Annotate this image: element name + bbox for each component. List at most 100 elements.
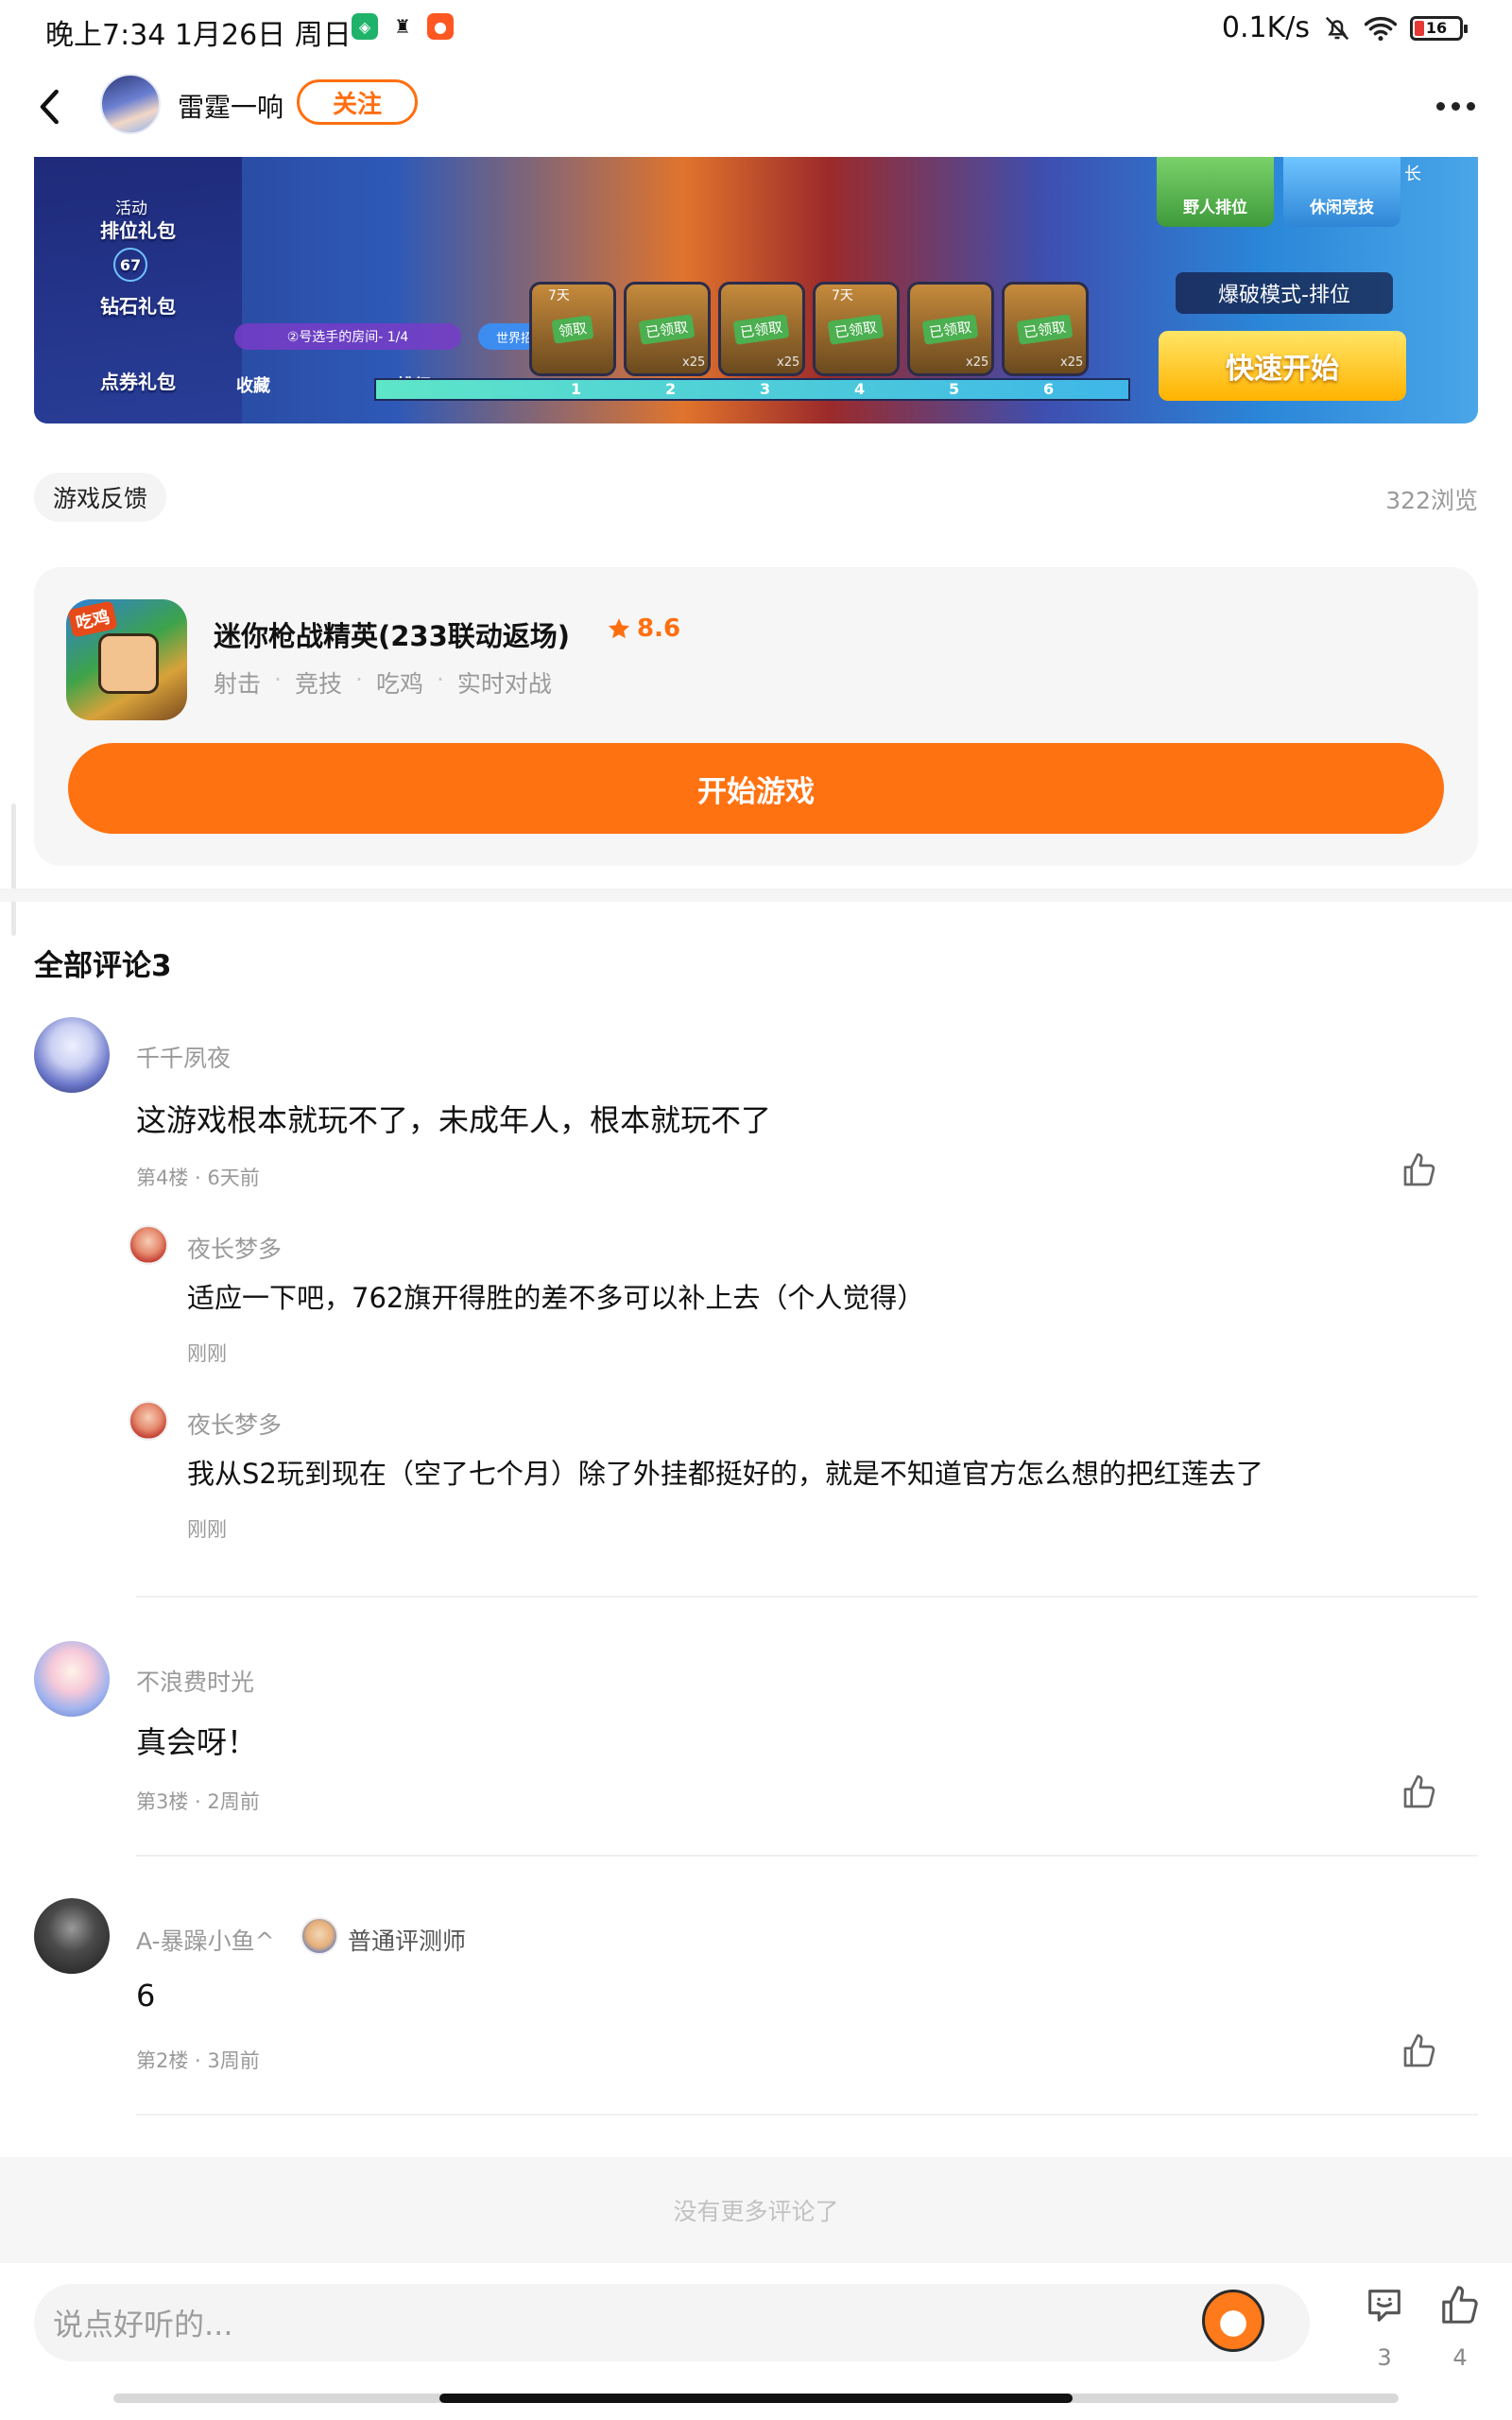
topic-tag[interactable]: 游戏反馈 [34, 473, 167, 522]
reply-avatar[interactable] [129, 1225, 168, 1265]
thumbs-up-icon[interactable] [1400, 2032, 1438, 2070]
no-more-comments: 没有更多评论了 [0, 2157, 1512, 2263]
comment-text[interactable]: 这游戏根本就玩不了，未成年人，根本就玩不了 [136, 1097, 771, 1140]
game-tag: 射击 [214, 670, 262, 698]
qq-icon: ♜ [389, 13, 416, 40]
game-tag: 竞技 [294, 670, 342, 698]
mascot-emoji-icon[interactable] [1202, 2290, 1264, 2352]
slot-tag: 已领取 [828, 313, 885, 345]
status-right: 0.1K/s 16 [1222, 11, 1468, 44]
status-time: 晚上7:34 1月26日 周日 [45, 19, 352, 52]
game-title[interactable]: 迷你枪战精英(233联动返场) [214, 614, 570, 654]
game-tag: 实时对战 [456, 670, 552, 698]
comment-icon[interactable] [1363, 2284, 1406, 2327]
banner-mode-label: 爆破模式-排位 [1176, 272, 1393, 314]
slot-count: x25 [1060, 355, 1084, 370]
comment-text[interactable]: 真会呀！ [136, 1719, 257, 1762]
star-icon [608, 618, 630, 639]
bottom-action-bar: 说点好听的... 3 4 [0, 2263, 1512, 2420]
reply-author[interactable]: 夜长梦多 [187, 1231, 282, 1265]
slot-count: x25 [966, 355, 989, 370]
banner-progress-bar [374, 378, 1130, 401]
comment-divider [136, 1596, 1478, 1598]
side-drag-handle[interactable] [11, 804, 16, 936]
comment-author[interactable]: A-暴躁小鱼^ [136, 1923, 275, 1957]
banner-mode-card: 野人排位 [1157, 157, 1274, 227]
thumbs-up-icon[interactable] [1438, 2284, 1482, 2327]
comment-divider [136, 1855, 1478, 1857]
banner-side-level: 67 [113, 248, 147, 282]
post-header: 雷霆一响 关注 [0, 59, 1512, 157]
view-count: 322浏览 [1385, 487, 1478, 514]
comment-input-placeholder: 说点好听的... [53, 2307, 233, 2342]
reviewer-badge-label: 普通评测师 [348, 1927, 467, 1955]
comment-author[interactable]: 千千夙夜 [136, 1040, 231, 1074]
comment-count: 3 [1377, 2344, 1392, 2371]
post-image[interactable]: 活动 排位礼包 67 钻石礼包 点券礼包 ②号选手的房间- 1/4 世界招募 收… [34, 157, 1478, 424]
game-icon-badge: 吃鸡 [67, 600, 118, 638]
section-divider [0, 889, 1512, 902]
author-name[interactable]: 雷霆一响 [178, 87, 284, 125]
recorder-icon: ● [427, 13, 454, 40]
banner-mode-card: 休闲竞技 [1283, 157, 1400, 227]
reviewer-badge-icon [301, 1917, 338, 1955]
status-bar: 晚上7:34 1月26日 周日 ◈ ♜ ● 0.1K/s 16 [0, 0, 1512, 59]
follow-button[interactable]: 关注 [297, 79, 418, 125]
progress-tick: 3 [760, 380, 771, 398]
game-tag: 吃鸡 [375, 670, 423, 698]
mute-bell-icon [1325, 16, 1349, 40]
slot-tag: 已领取 [1017, 313, 1074, 345]
slot-tag: 领取 [551, 314, 594, 344]
banner-sidebar: 活动 排位礼包 67 钻石礼包 点券礼包 [34, 157, 242, 424]
start-game-button[interactable]: 开始游戏 [68, 743, 1444, 834]
comment-meta: 第2楼 · 3周前 [136, 2049, 260, 2072]
game-card[interactable]: 吃鸡 迷你枪战精英(233联动返场) 8.6 射击 · 竞技 · 吃鸡 · 实时… [34, 567, 1478, 866]
tag-separator: · [354, 666, 363, 693]
progress-tick: 6 [1043, 380, 1055, 398]
slot-tag: 已领取 [922, 313, 979, 345]
reply-meta: 刚刚 [187, 1342, 227, 1365]
back-button[interactable] [26, 83, 74, 130]
more-dots-icon [1435, 101, 1445, 111]
game-icon[interactable]: 吃鸡 [66, 599, 187, 720]
battery-icon: 16 [1410, 15, 1468, 41]
banner-slot: 领取 [529, 282, 616, 376]
thumbs-up-icon[interactable] [1400, 1151, 1438, 1189]
comment-meta: 第4楼 · 6天前 [136, 1167, 260, 1189]
comment-text[interactable]: 6 [136, 1978, 155, 2014]
like-count: 4 [1452, 2344, 1468, 2371]
comment-input[interactable]: 说点好听的... [34, 2284, 1310, 2361]
comment-avatar[interactable] [34, 1017, 110, 1093]
tag-separator: · [436, 666, 444, 693]
slot-days: 7天 [832, 288, 853, 303]
banner-side-item: 排位礼包 [100, 219, 176, 242]
comments-header: 全部评论3 [34, 949, 172, 983]
slot-count: x25 [777, 355, 800, 370]
wifi-icon [1365, 16, 1397, 41]
more-options-button[interactable] [1425, 87, 1486, 125]
comment-author[interactable]: 不浪费时光 [136, 1664, 254, 1698]
home-indicator[interactable] [439, 2394, 1073, 2403]
thumbs-up-icon[interactable] [1400, 1773, 1438, 1811]
comment-avatar[interactable] [34, 1898, 110, 1974]
banner-side-item: 钻石礼包 [100, 295, 176, 318]
banner-bottom-label: 收藏 [236, 376, 270, 396]
comment-avatar[interactable] [34, 1641, 110, 1717]
progress-tick: 4 [854, 380, 866, 398]
reply-avatar[interactable] [129, 1401, 168, 1441]
banner-room-text: ②号选手的房间- 1/4 [234, 323, 461, 350]
chevron-left-icon [40, 89, 59, 125]
author-avatar[interactable] [100, 74, 161, 134]
reply-text[interactable]: 适应一下吧，762旗开得胜的差不多可以补上去（个人觉得） [187, 1276, 924, 1316]
status-app-icons: ◈ ♜ ● [352, 13, 454, 40]
reply-author[interactable]: 夜长梦多 [187, 1407, 282, 1441]
banner-quick-start: 快速开始 [1159, 331, 1406, 401]
banner-mode-card: 长 [1404, 164, 1421, 184]
reply-text[interactable]: 我从S2玩到现在（空了七个月）除了外挂都挺好的，就是不知道官方怎么想的把红莲去了 [187, 1452, 1263, 1492]
game-rating: 8.6 [607, 614, 680, 643]
slot-days: 7天 [548, 288, 570, 303]
game-icon-character [98, 633, 159, 694]
shield-app-icon: ◈ [352, 13, 378, 40]
progress-tick: 2 [665, 380, 677, 398]
slot-count: x25 [682, 355, 706, 370]
